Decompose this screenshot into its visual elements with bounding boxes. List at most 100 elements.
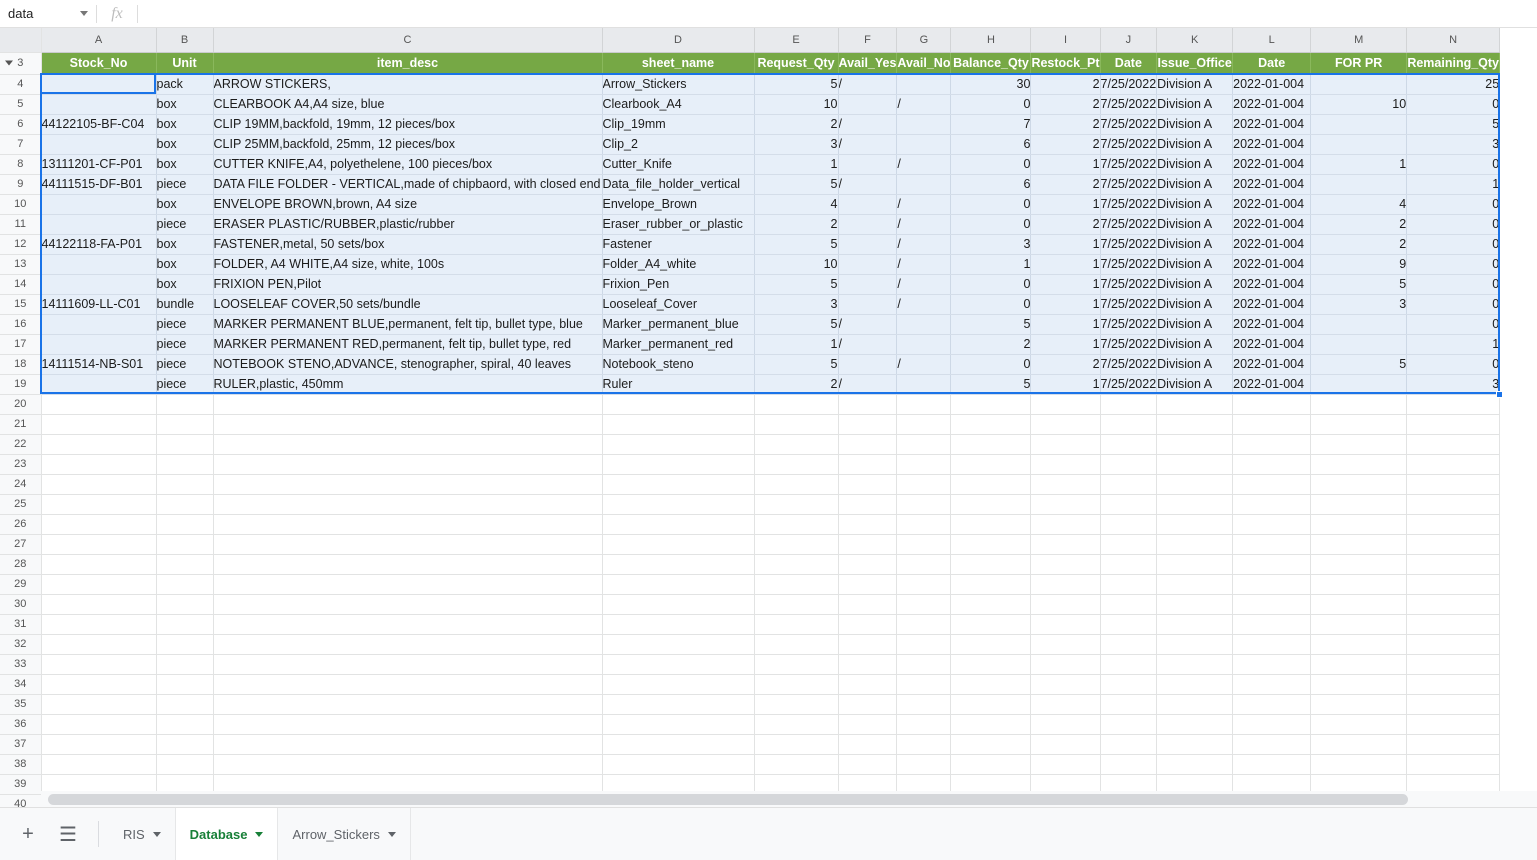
cell-H13[interactable]: 1 — [950, 254, 1032, 275]
cell-K38[interactable] — [1156, 754, 1234, 775]
cell-C18[interactable]: NOTEBOOK STENO,ADVANCE, stenographer, sp… — [213, 354, 603, 375]
cell-A19[interactable] — [41, 374, 157, 395]
cell-K19[interactable]: Division A — [1156, 374, 1234, 395]
cell-L8[interactable]: 2022-01-004 — [1232, 154, 1312, 175]
table-row[interactable]: 5 box CLEARBOOK A4,A4 size, blue Clearbook_… — [0, 94, 1501, 115]
cell-C14[interactable]: FRIXION PEN,Pilot — [213, 274, 603, 295]
cell-K8[interactable]: Division A — [1156, 154, 1234, 175]
cell-J26[interactable] — [1100, 514, 1158, 535]
row-header-32[interactable]: 32 — [0, 634, 42, 655]
cell-K9[interactable]: Division A — [1156, 174, 1234, 195]
row-header-25[interactable]: 25 — [0, 494, 42, 515]
cell-E13[interactable]: 10 — [754, 254, 839, 275]
table-row-empty[interactable]: 34 — [0, 674, 1501, 695]
table-row-empty[interactable]: 23 — [0, 454, 1501, 475]
cell-D27[interactable] — [602, 534, 755, 555]
cell-A7[interactable] — [41, 134, 157, 155]
cell-L26[interactable] — [1232, 514, 1312, 535]
cell-G21[interactable] — [896, 414, 952, 435]
cell-A9[interactable]: 44111515-DF-B01 — [41, 174, 157, 195]
cell-L30[interactable] — [1232, 594, 1312, 615]
cell-N6[interactable]: 5 — [1406, 114, 1501, 135]
cell-E36[interactable] — [754, 714, 839, 735]
cell-A30[interactable] — [41, 594, 157, 615]
cell-F38[interactable] — [838, 754, 898, 775]
cell-N19[interactable]: 3 — [1406, 374, 1501, 395]
table-row-empty[interactable]: 30 — [0, 594, 1501, 615]
cell-D9[interactable]: Data_file_holder_vertical — [602, 174, 755, 195]
cell-I22[interactable] — [1030, 434, 1101, 455]
cell-A24[interactable] — [41, 474, 157, 495]
cell-H27[interactable] — [950, 534, 1032, 555]
cell-C28[interactable] — [213, 554, 603, 575]
row-header-29[interactable]: 29 — [0, 574, 42, 595]
cell-H23[interactable] — [950, 454, 1032, 475]
cell-I34[interactable] — [1030, 674, 1101, 695]
cell-B24[interactable] — [156, 474, 214, 495]
table-row[interactable]: 9 44111515-DF-B01 piece DATA FILE FOLDER - … — [0, 174, 1501, 195]
cell-N30[interactable] — [1406, 594, 1501, 615]
row-header-6[interactable]: 6 — [0, 114, 42, 135]
cell-B8[interactable]: box — [156, 154, 214, 175]
cell-N32[interactable] — [1406, 634, 1501, 655]
column-header-k[interactable]: K — [1156, 28, 1234, 53]
cell-C23[interactable] — [213, 454, 603, 475]
cell-G13[interactable]: / — [896, 254, 952, 275]
cell-N10[interactable]: 0 — [1406, 194, 1501, 215]
cell-N36[interactable] — [1406, 714, 1501, 735]
cell-K37[interactable] — [1156, 734, 1234, 755]
chevron-down-icon[interactable] — [80, 11, 88, 16]
cell-F9[interactable]: / — [838, 174, 898, 195]
cell-G11[interactable]: / — [896, 214, 952, 235]
cell-C19[interactable]: RULER,plastic, 450mm — [213, 374, 603, 395]
cell-D24[interactable] — [602, 474, 755, 495]
cell-L19[interactable]: 2022-01-004 — [1232, 374, 1312, 395]
column-header-b[interactable]: B — [156, 28, 214, 53]
cell-K4[interactable]: Division A — [1156, 74, 1234, 95]
cell-I10[interactable]: 1 — [1030, 194, 1101, 215]
cell-E14[interactable]: 5 — [754, 274, 839, 295]
cell-I23[interactable] — [1030, 454, 1101, 475]
cell-N21[interactable] — [1406, 414, 1501, 435]
cell-G30[interactable] — [896, 594, 952, 615]
cell-F6[interactable]: / — [838, 114, 898, 135]
cell-N22[interactable] — [1406, 434, 1501, 455]
cell-K30[interactable] — [1156, 594, 1234, 615]
cell-K32[interactable] — [1156, 634, 1234, 655]
cell-L10[interactable]: 2022-01-004 — [1232, 194, 1312, 215]
cell-L5[interactable]: 2022-01-004 — [1232, 94, 1312, 115]
cell-I7[interactable]: 2 — [1030, 134, 1101, 155]
cell-C25[interactable] — [213, 494, 603, 515]
cell-H30[interactable] — [950, 594, 1032, 615]
cell-G22[interactable] — [896, 434, 952, 455]
cell-L18[interactable]: 2022-01-004 — [1232, 354, 1312, 375]
cell-J15[interactable]: 7/25/2022 — [1100, 294, 1158, 315]
table-row-empty[interactable]: 20 — [0, 394, 1501, 415]
cell-B28[interactable] — [156, 554, 214, 575]
cell-L4[interactable]: 2022-01-004 — [1232, 74, 1312, 95]
cell-D22[interactable] — [602, 434, 755, 455]
cell-H21[interactable] — [950, 414, 1032, 435]
cell-J29[interactable] — [1100, 574, 1158, 595]
cell-H26[interactable] — [950, 514, 1032, 535]
cell-G18[interactable]: / — [896, 354, 952, 375]
cell-A5[interactable] — [41, 94, 157, 115]
row-header-34[interactable]: 34 — [0, 674, 42, 695]
cell-B21[interactable] — [156, 414, 214, 435]
cell-K26[interactable] — [1156, 514, 1234, 535]
cell-M23[interactable] — [1310, 454, 1408, 475]
cell-A12[interactable]: 44122118-FA-P01 — [41, 234, 157, 255]
cell-C5[interactable]: CLEARBOOK A4,A4 size, blue — [213, 94, 603, 115]
table-row-empty[interactable]: 29 — [0, 574, 1501, 595]
row-header-37[interactable]: 37 — [0, 734, 42, 755]
cell-G27[interactable] — [896, 534, 952, 555]
cell-G33[interactable] — [896, 654, 952, 675]
cell-N34[interactable] — [1406, 674, 1501, 695]
cell-C4[interactable]: ARROW STICKERS, — [213, 74, 603, 95]
cell-K5[interactable]: Division A — [1156, 94, 1234, 115]
cell-J25[interactable] — [1100, 494, 1158, 515]
cell-G24[interactable] — [896, 474, 952, 495]
spreadsheet-grid[interactable]: ABCDEFGHIJKLMN 3 Stock_No Unit item_desc she… — [0, 28, 1537, 807]
cell-C27[interactable] — [213, 534, 603, 555]
cell-L13[interactable]: 2022-01-004 — [1232, 254, 1312, 275]
